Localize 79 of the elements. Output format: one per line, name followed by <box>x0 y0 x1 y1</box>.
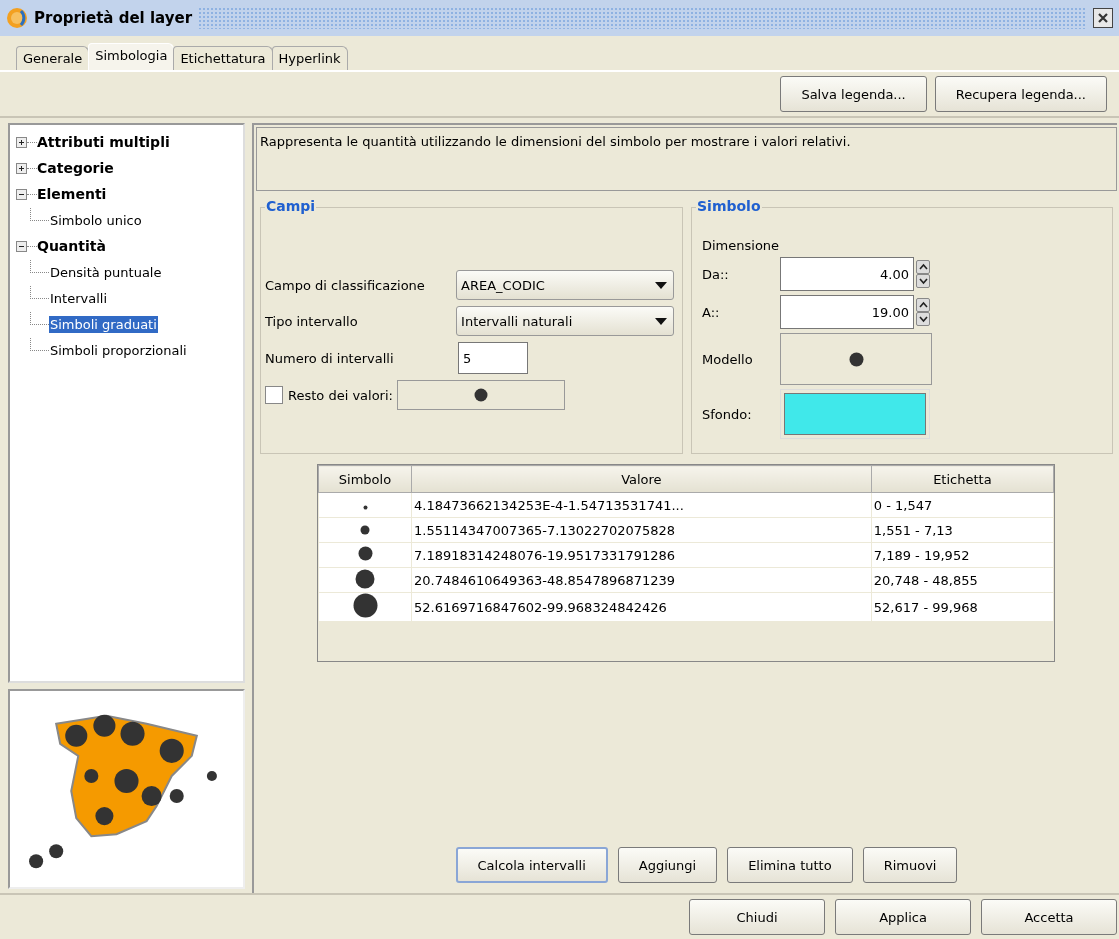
dot-icon <box>357 546 373 561</box>
table-cell: 1,551 - 7,13 <box>871 517 1054 543</box>
table-cell: 52,617 - 99,968 <box>871 592 1054 622</box>
table-cell: 52.6169716847602-99.968324842426 <box>411 592 872 622</box>
down-icon <box>918 277 928 285</box>
action-button[interactable]: Rimuovi <box>862 847 958 883</box>
group-title: Campi <box>265 198 317 214</box>
field-label: Da:: <box>702 266 730 282</box>
tree-item[interactable]: Simboli proporzionali <box>49 341 188 359</box>
number-field[interactable]: 4.00 <box>780 257 914 291</box>
spin-up-button[interactable] <box>916 260 930 274</box>
close-icon <box>1097 12 1109 24</box>
table-cell: 7,189 - 19,952 <box>871 542 1054 568</box>
dot-icon <box>473 388 488 402</box>
field-label: Dimensione <box>702 238 781 253</box>
collapse-icon[interactable] <box>16 240 27 252</box>
table-cell: 20,748 - 48,855 <box>871 567 1054 593</box>
expand-icon[interactable] <box>16 162 27 174</box>
up-icon <box>918 263 928 271</box>
action-button[interactable]: Elimina tutto <box>727 847 853 883</box>
action-button[interactable]: Calcola intervalli <box>455 847 608 883</box>
table-cell: 0 - 1,547 <box>871 492 1054 518</box>
column-header[interactable]: Etichetta <box>871 465 1054 493</box>
field-label: Sfondo: <box>702 406 753 422</box>
dot-icon <box>360 524 370 535</box>
table-cell: 1.55114347007365-7.13022702075828 <box>411 517 872 543</box>
spin-down-button[interactable] <box>916 312 930 326</box>
legend-button[interactable]: Salva legenda... <box>780 76 927 112</box>
tab[interactable]: Simbologia <box>88 43 175 70</box>
action-button[interactable]: Aggiungi <box>617 847 718 883</box>
down-icon <box>918 315 928 323</box>
symbol-button[interactable] <box>396 380 565 410</box>
close-button[interactable] <box>1093 8 1113 28</box>
caret-icon <box>655 317 667 325</box>
dot-icon <box>352 593 378 618</box>
tree-category[interactable]: Quantità <box>37 238 106 254</box>
tab[interactable]: Etichettatura <box>173 46 273 70</box>
column-header[interactable]: Valore <box>411 465 872 493</box>
collapse-icon[interactable] <box>16 188 27 200</box>
dialog-button[interactable]: Accetta <box>981 899 1117 935</box>
field-label: Numero di intervalli <box>265 350 395 366</box>
app-logo-icon <box>6 7 28 29</box>
up-icon <box>918 301 928 309</box>
field-label: Tipo intervallo <box>265 313 359 329</box>
tab[interactable]: Generale <box>16 46 90 70</box>
number-field[interactable]: 5 <box>458 342 528 374</box>
dropdown[interactable]: AREA_CODIC <box>456 270 674 300</box>
tree-category[interactable]: Elementi <box>37 186 107 202</box>
dot-icon <box>362 504 368 510</box>
expand-icon[interactable] <box>16 136 27 148</box>
dialog-button[interactable]: Chiudi <box>689 899 825 935</box>
field-label: Modello <box>702 351 754 367</box>
caret-icon <box>655 281 667 289</box>
tree-item[interactable]: Simbolo unico <box>49 211 143 229</box>
tree-item[interactable]: Intervalli <box>49 289 108 307</box>
group-title: Simbolo <box>696 198 762 214</box>
table-cell: 4.18473662134253E-4-1.54713531741... <box>411 492 872 518</box>
number-field[interactable]: 19.00 <box>780 295 914 329</box>
tree-category[interactable]: Categorie <box>37 160 114 176</box>
legend-button[interactable]: Recupera legenda... <box>934 76 1107 112</box>
dot-icon <box>848 351 864 367</box>
column-header[interactable]: Simbolo <box>318 465 412 493</box>
dot-icon <box>355 568 375 589</box>
checkbox[interactable] <box>265 386 283 404</box>
tab[interactable]: Hyperlink <box>271 46 348 70</box>
window-title: Proprietà del layer <box>34 9 193 27</box>
field-label: A:: <box>702 304 721 320</box>
checkbox-label: Resto dei valori: <box>288 387 393 403</box>
description-text: Rappresenta le quantità utilizzando le dimensioni del simbolo per mostrare i valori relativi. <box>256 127 1117 191</box>
table-cell: 20.7484610649363-48.8547896871239 <box>411 567 872 593</box>
dropdown[interactable]: Intervalli naturali <box>456 306 674 336</box>
spin-down-button[interactable] <box>916 274 930 288</box>
tree-item[interactable]: Simboli graduati <box>49 315 158 333</box>
field-label: Campo di classificazione <box>265 277 426 293</box>
tree-category[interactable]: Attributi multipli <box>37 134 170 150</box>
dialog-button[interactable]: Applica <box>835 899 971 935</box>
table-cell: 7.18918314248076-19.9517331791286 <box>411 542 872 568</box>
tree-item[interactable]: Densità puntuale <box>49 263 163 281</box>
spin-up-button[interactable] <box>916 298 930 312</box>
